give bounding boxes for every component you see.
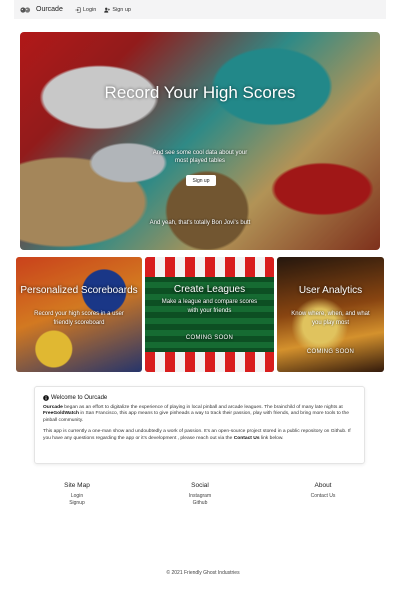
welcome-brand: Ourcade [43,404,63,410]
welcome-paragraph-1: Ourcade began as an effort to digitalize… [43,404,349,423]
welcome-heading-text: Welcome to Ourcade [51,395,108,401]
footer-link-github[interactable]: Github [160,500,240,507]
feature-text: Record your high scores in a user friend… [34,311,124,326]
feature-card-analytics: User Analytics Know where, when, and wha… [277,257,384,372]
footer-heading: Site Map [64,482,90,489]
hero-signup-button[interactable]: Sign up [186,175,216,186]
footer-social: Social Instagram Github [160,482,240,506]
footer-link-contact[interactable]: Contact Us [283,493,363,500]
feature-title: Create Leagues [173,284,246,295]
hero-subtitle: And see some cool data about your most p… [152,150,248,164]
ghost-logo-icon [20,6,31,13]
copyright: © 2021 Friendly Ghost Industries [166,570,240,576]
feature-card-leagues: Create Leagues Make a league and compare… [145,257,274,372]
feature-text: Know where, when, and what you play most [291,311,370,326]
info-icon [43,395,49,402]
welcome-contact-link[interactable]: Contact Us [234,436,260,441]
feature-card-scoreboards: Personalized Scoreboards Record your hig… [16,257,142,372]
feature-title: User Analytics [298,285,363,296]
user-plus-icon [104,7,111,13]
footer-about: About Contact Us [283,482,363,500]
nav-signup-label: Sign up [112,6,131,13]
nav-login-link[interactable]: Login [75,7,96,13]
coming-soon-badge: COMING SOON [185,335,234,341]
footer-heading: Social [191,482,209,489]
navbar: Ourcade Login Sign up [14,0,386,19]
brand-link[interactable]: Ourcade [20,6,63,14]
footer-sitemap: Site Map Login Signup [37,482,117,506]
nav-login-label: Login [82,6,97,13]
hero-caption: And yeah, that's totally Bon Jovi's butt [149,220,251,226]
welcome-paragraph-2: This app is currently a one-man show and… [43,429,351,441]
brand-name: Ourcade [36,6,63,13]
welcome-place: FreeGoldWatch [43,411,79,416]
feature-title: Personalized Scoreboards [20,285,138,296]
login-icon [75,6,81,13]
nav-signup-link[interactable]: Sign up [104,7,131,13]
coming-soon-badge: COMING SOON [306,349,355,355]
hero-banner: Record Your High Scores And see some coo… [20,32,380,250]
welcome-heading: Welcome to Ourcade [43,395,356,402]
welcome-panel: Welcome to Ourcade Ourcade began as an e… [34,386,365,464]
nav-links: Login Sign up [75,7,131,13]
hero-title: Record Your High Scores [104,83,296,102]
footer-link-signup[interactable]: Signup [37,500,117,507]
footer-heading: About [314,482,332,489]
feature-text: Make a league and compare scores with yo… [161,299,258,314]
